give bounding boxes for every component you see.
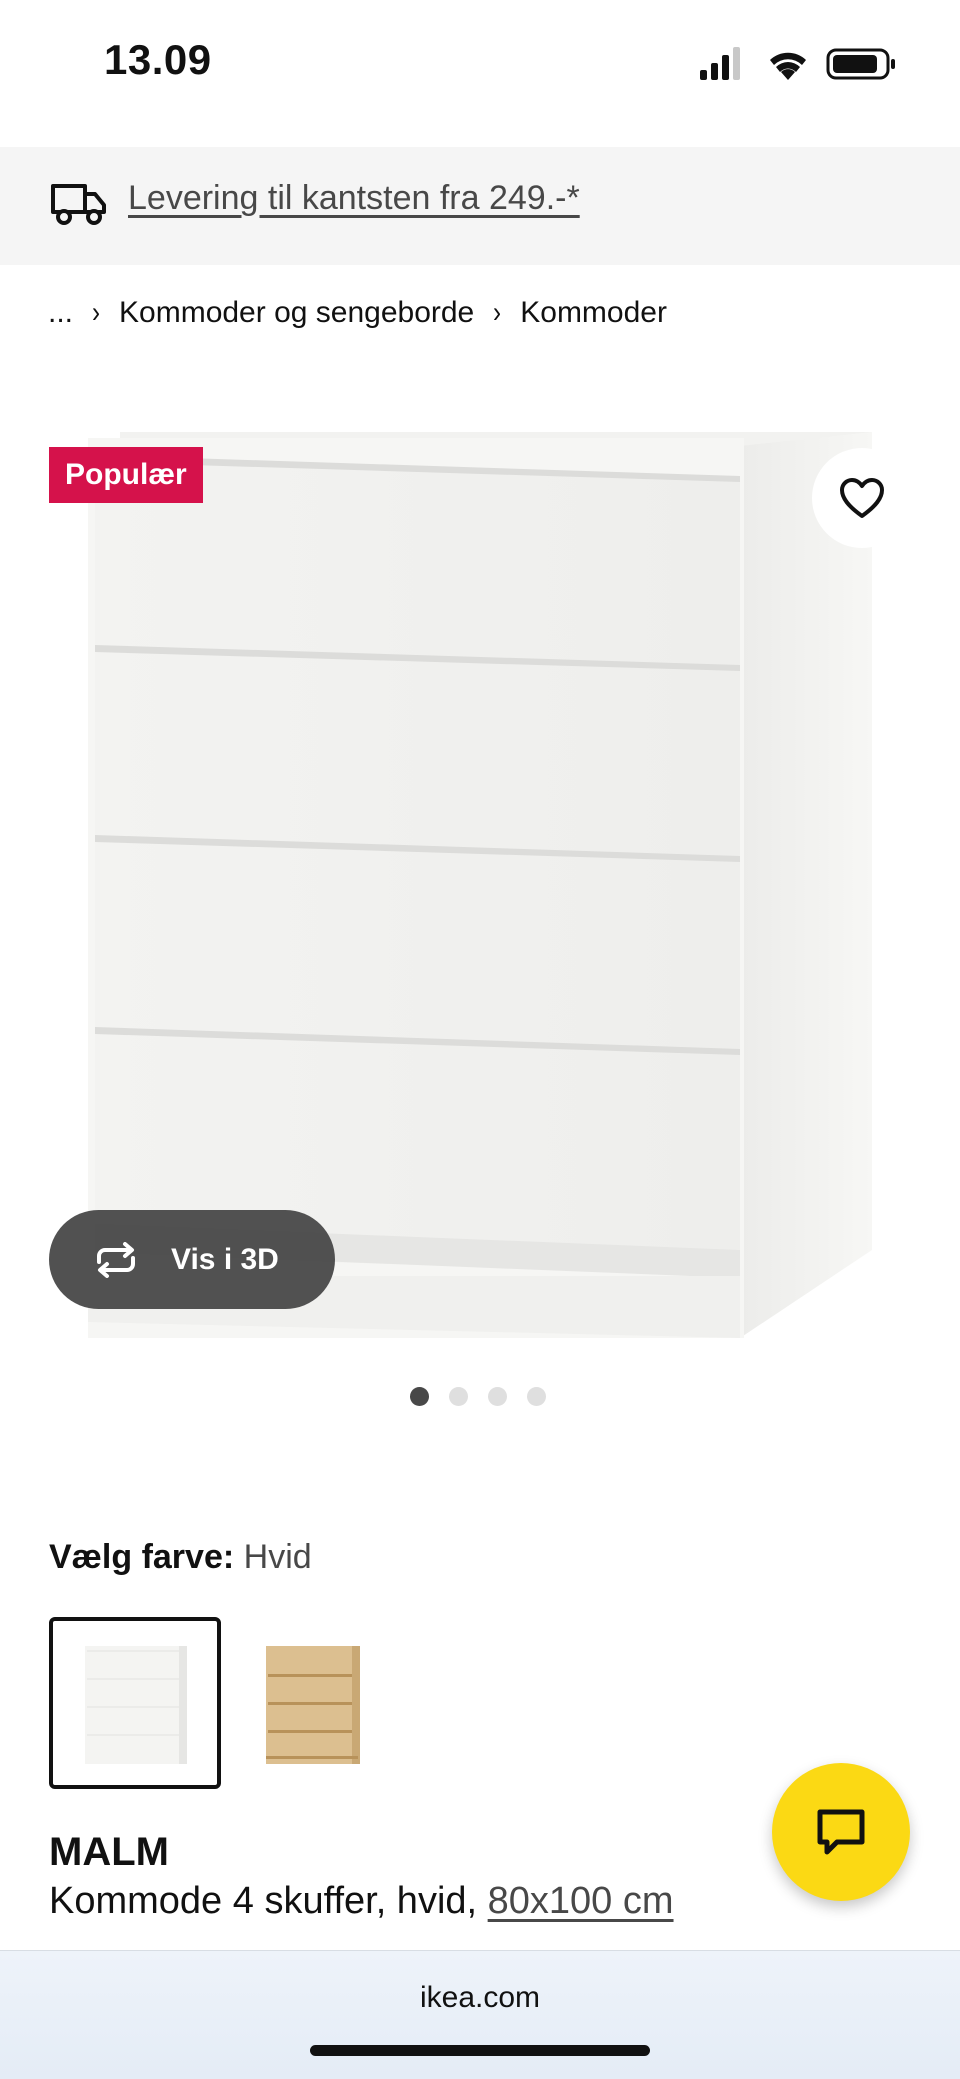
- delivery-link[interactable]: Levering til kantsten fra 249.-*: [128, 179, 580, 218]
- breadcrumb-item-kommoder[interactable]: Kommoder: [520, 296, 667, 330]
- color-label-title: Vælg farve:: [49, 1538, 235, 1576]
- chevron-right-icon: ›: [92, 296, 101, 329]
- oak-dresser-thumbnail: [266, 1646, 360, 1764]
- heart-icon: [840, 478, 884, 518]
- status-icons: [700, 47, 895, 80]
- favorite-button[interactable]: [812, 448, 912, 548]
- breadcrumb-item-kommoder-og-sengeborde[interactable]: Kommoder og sengeborde: [119, 296, 474, 330]
- pagination-dot[interactable]: [527, 1387, 546, 1406]
- popular-badge: Populær: [49, 447, 203, 503]
- breadcrumb-ellipsis[interactable]: ...: [48, 296, 73, 330]
- product-size-link[interactable]: 80x100 cm: [488, 1880, 674, 1922]
- wifi-icon: [770, 52, 806, 80]
- breadcrumb: ... › Kommoder og sengeborde › Kommoder: [48, 296, 667, 330]
- product-name: MALM: [49, 1830, 169, 1874]
- color-swatch-white[interactable]: [49, 1617, 221, 1789]
- view-in-3d-label: Vis i 3D: [171, 1242, 279, 1276]
- battery-icon: [826, 48, 895, 80]
- browser-address-bar[interactable]: ikea.com: [0, 1950, 960, 2079]
- rotate-3d-icon: [97, 1241, 135, 1278]
- chevron-right-icon: ›: [493, 296, 502, 329]
- product-description: Kommode 4 skuffer, hvid, 80x100 cm: [49, 1880, 674, 1923]
- color-label-value: Hvid: [243, 1538, 312, 1576]
- pagination-dot[interactable]: [449, 1387, 468, 1406]
- pagination-dot[interactable]: [488, 1387, 507, 1406]
- home-indicator[interactable]: [310, 2045, 650, 2056]
- cellular-signal-icon: [700, 47, 740, 80]
- color-selector-label: Vælg farve: Hvid: [49, 1538, 312, 1577]
- color-swatch-oak[interactable]: [226, 1617, 398, 1789]
- view-in-3d-button[interactable]: Vis i 3D: [49, 1210, 335, 1309]
- product-description-text: Kommode 4 skuffer, hvid,: [49, 1880, 488, 1922]
- white-dresser-thumbnail: [85, 1646, 187, 1764]
- chat-button[interactable]: [772, 1763, 910, 1901]
- pagination-dot[interactable]: [410, 1387, 429, 1406]
- image-pagination: [410, 1387, 546, 1406]
- chat-bubble-icon: [817, 1809, 865, 1855]
- truck-icon: [51, 184, 106, 225]
- status-time: 13.09: [104, 36, 212, 83]
- delivery-banner[interactable]: Levering til kantsten fra 249.-*: [0, 147, 960, 265]
- url-text[interactable]: ikea.com: [0, 1981, 960, 2015]
